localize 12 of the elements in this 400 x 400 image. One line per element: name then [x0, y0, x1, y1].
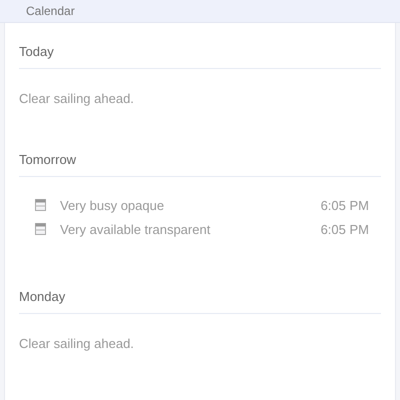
day-heading: Today: [19, 42, 55, 61]
empty-message: Clear sailing ahead.: [19, 336, 135, 351]
calendar-icon: [35, 199, 46, 211]
header-title: Calendar: [26, 4, 75, 18]
calendar-icon: [35, 223, 46, 235]
event-time: 6:05 PM: [320, 198, 369, 212]
event-time: 6:05 PM: [320, 222, 369, 236]
event-title[interactable]: Very busy opaque: [60, 198, 321, 212]
event-title[interactable]: Very available transparent: [60, 222, 321, 236]
empty-message: Clear sailing ahead.: [19, 91, 135, 106]
day-heading: Tomorrow: [19, 150, 78, 168]
day-heading: Monday: [19, 288, 66, 306]
